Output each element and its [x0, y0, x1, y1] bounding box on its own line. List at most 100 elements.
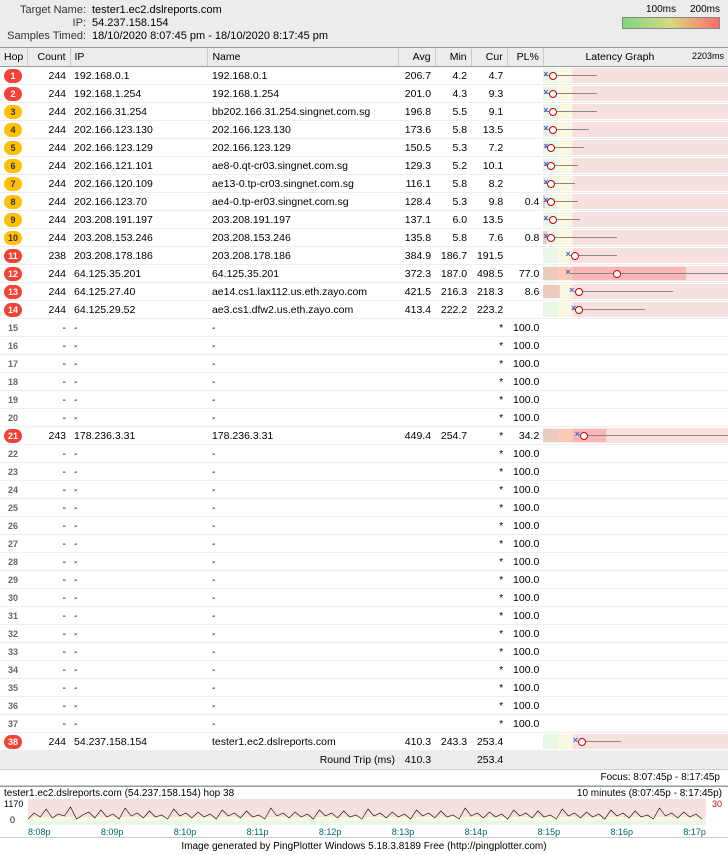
latency-bar: ×	[543, 68, 728, 83]
cell-count: -	[28, 319, 70, 337]
cell-name: ae3.cs1.dfw2.us.eth.zayo.com	[208, 301, 399, 319]
table-row[interactable]: 20---*100.0	[0, 409, 728, 427]
table-row[interactable]: 29---*100.0	[0, 571, 728, 589]
cell-cur: *	[471, 481, 507, 499]
cell-name: -	[208, 481, 399, 499]
col-cur[interactable]: Cur	[471, 48, 507, 67]
cell-name: -	[208, 625, 399, 643]
cell-ip: -	[70, 373, 208, 391]
cell-pl: 100.0	[507, 373, 543, 391]
col-count[interactable]: Count	[28, 48, 70, 67]
cell-ip: 202.166.31.254	[70, 103, 208, 121]
cell-pl: 100.0	[507, 553, 543, 571]
cell-count: -	[28, 355, 70, 373]
cell-count: -	[28, 499, 70, 517]
cell-cur: 7.2	[471, 139, 507, 157]
table-row[interactable]: 27---*100.0	[0, 535, 728, 553]
table-row[interactable]: 33---*100.0	[0, 643, 728, 661]
table-row[interactable]: 37---*100.0	[0, 715, 728, 733]
cell-name: -	[208, 643, 399, 661]
table-row[interactable]: 34---*100.0	[0, 661, 728, 679]
latency-bar: ×	[543, 104, 728, 119]
col-name[interactable]: Name	[208, 48, 399, 67]
cell-count: -	[28, 589, 70, 607]
cell-min	[435, 517, 471, 535]
cell-ip: -	[70, 715, 208, 733]
col-hop[interactable]: Hop	[0, 48, 28, 67]
cell-name: ae13-0.tp-cr03.singnet.com.sg	[208, 175, 399, 193]
cell-cur: *	[471, 661, 507, 679]
table-row[interactable]: 15---*100.0	[0, 319, 728, 337]
timeline-panel[interactable]: tester1.ec2.dslreports.com (54.237.158.1…	[0, 786, 728, 837]
hop-badge-icon: 1	[4, 69, 22, 83]
table-row[interactable]: 2244192.168.1.254192.168.1.254201.04.39.…	[0, 85, 728, 103]
hop-badge-icon: 3	[4, 105, 22, 119]
table-row[interactable]: 26---*100.0	[0, 517, 728, 535]
cell-avg	[399, 589, 435, 607]
cell-min: 5.2	[435, 157, 471, 175]
table-row[interactable]: 11238203.208.178.186203.208.178.186384.9…	[0, 247, 728, 265]
hop-number: 28	[4, 555, 22, 569]
cell-ip: 64.125.29.52	[70, 301, 208, 319]
hop-number: 15	[4, 321, 22, 335]
table-row[interactable]: 1324464.125.27.40ae14.cs1.lax112.us.eth.…	[0, 283, 728, 301]
table-row[interactable]: 31---*100.0	[0, 607, 728, 625]
latency-bar: ×	[543, 140, 728, 155]
table-row[interactable]: 1244192.168.0.1192.168.0.1206.74.24.7×	[0, 67, 728, 85]
timeline-graph[interactable]	[28, 799, 706, 825]
cell-count: 244	[28, 265, 70, 283]
table-row[interactable]: 17---*100.0	[0, 355, 728, 373]
table-row[interactable]: 36---*100.0	[0, 697, 728, 715]
cell-min: 5.3	[435, 139, 471, 157]
table-row[interactable]: 7244202.166.120.109ae13-0.tp-cr03.singne…	[0, 175, 728, 193]
table-row[interactable]: 16---*100.0	[0, 337, 728, 355]
table-row[interactable]: 18---*100.0	[0, 373, 728, 391]
cell-cur: *	[471, 697, 507, 715]
table-row[interactable]: 23---*100.0	[0, 463, 728, 481]
cell-avg	[399, 517, 435, 535]
table-row[interactable]: 21243178.236.3.31178.236.3.31449.4254.7*…	[0, 427, 728, 445]
table-row[interactable]: 6244202.166.121.101ae8-0.qt-cr03.singnet…	[0, 157, 728, 175]
latency-bar	[543, 608, 728, 623]
col-ip[interactable]: IP	[70, 48, 208, 67]
table-row[interactable]: 3244202.166.31.254bb202.166.31.254.singn…	[0, 103, 728, 121]
table-row[interactable]: 22---*100.0	[0, 445, 728, 463]
col-min[interactable]: Min	[435, 48, 471, 67]
cell-ip: 192.168.0.1	[70, 67, 208, 85]
cell-cur: 223.2	[471, 301, 507, 319]
cell-name: -	[208, 499, 399, 517]
col-pl[interactable]: PL%	[507, 48, 543, 67]
hop-badge-icon: 5	[4, 141, 22, 155]
table-row[interactable]: 24---*100.0	[0, 481, 728, 499]
cell-avg	[399, 463, 435, 481]
table-row[interactable]: 5244202.166.123.129202.166.123.129150.55…	[0, 139, 728, 157]
table-row[interactable]: 30---*100.0	[0, 589, 728, 607]
cell-pl	[507, 85, 543, 103]
col-graph[interactable]: Latency Graph2203ms	[543, 48, 728, 67]
col-avg[interactable]: Avg	[399, 48, 435, 67]
latency-bar	[543, 320, 728, 335]
table-row[interactable]: 10244203.208.153.246203.208.153.246135.8…	[0, 229, 728, 247]
table-row[interactable]: 32---*100.0	[0, 625, 728, 643]
cell-min	[435, 535, 471, 553]
cell-min: 5.3	[435, 193, 471, 211]
timeline-tick: 8:12p	[319, 827, 342, 837]
table-row[interactable]: 28---*100.0	[0, 553, 728, 571]
table-row[interactable]: 9244203.208.191.197203.208.191.197137.16…	[0, 211, 728, 229]
table-row[interactable]: 35---*100.0	[0, 679, 728, 697]
table-row[interactable]: 1224464.125.35.20164.125.35.201372.3187.…	[0, 265, 728, 283]
hop-number: 25	[4, 501, 22, 515]
cell-count: -	[28, 553, 70, 571]
table-row[interactable]: 4244202.166.123.130202.166.123.130173.65…	[0, 121, 728, 139]
cell-ip: 202.166.123.130	[70, 121, 208, 139]
cell-avg	[399, 337, 435, 355]
table-row[interactable]: 25---*100.0	[0, 499, 728, 517]
cell-cur: *	[471, 373, 507, 391]
table-row[interactable]: 8244202.166.123.70ae4-0.tp-er03.singnet.…	[0, 193, 728, 211]
timeline-tick: 8:13p	[392, 827, 415, 837]
table-row[interactable]: 19---*100.0	[0, 391, 728, 409]
cell-ip: -	[70, 499, 208, 517]
table-row[interactable]: 1424464.125.29.52ae3.cs1.dfw2.us.eth.zay…	[0, 301, 728, 319]
cell-pl: 0.4	[507, 193, 543, 211]
table-row[interactable]: 3824454.237.158.154tester1.ec2.dslreport…	[0, 733, 728, 751]
